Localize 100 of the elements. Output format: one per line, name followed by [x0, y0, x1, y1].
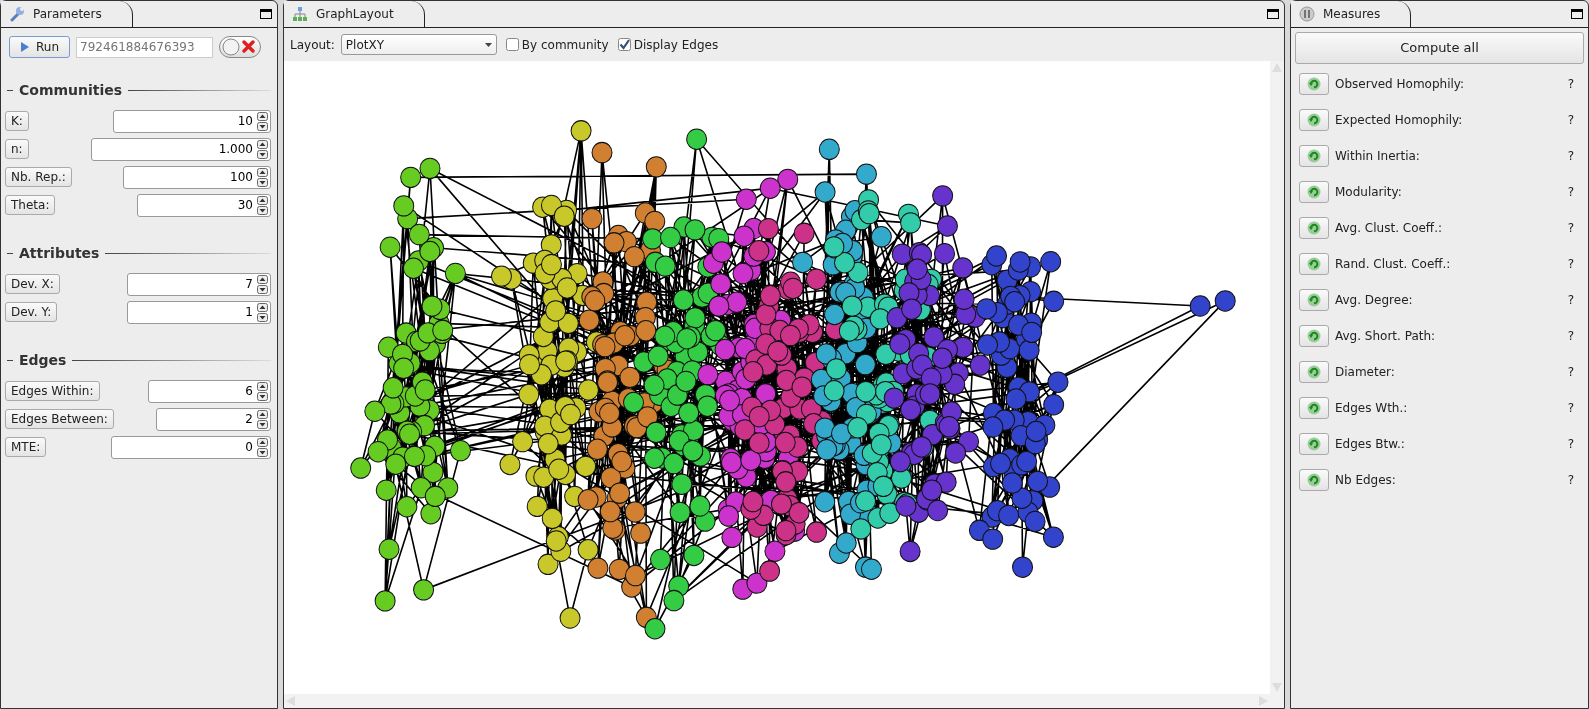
measure-label: Rand. Clust. Coeff.:	[1335, 256, 1451, 273]
spin-field[interactable]: 100	[123, 165, 271, 189]
refresh-button[interactable]	[1299, 181, 1329, 203]
measure-value: ?	[1567, 256, 1574, 273]
spin-down-icon[interactable]	[257, 177, 268, 187]
refresh-button[interactable]	[1299, 217, 1329, 239]
field-label: Dev. Y:	[5, 302, 58, 322]
spin-down-icon[interactable]	[257, 121, 268, 131]
spin-up-icon[interactable]	[257, 437, 268, 447]
measure-icon	[1299, 6, 1315, 22]
measure-value: ?	[1567, 292, 1574, 309]
measure-value: ?	[1567, 76, 1574, 93]
wrench-icon	[9, 6, 25, 22]
field-label: Dev. X:	[5, 274, 60, 294]
field-label: Theta:	[5, 195, 56, 215]
spin-down-icon[interactable]	[257, 391, 268, 401]
field-label: Edges Within:	[5, 381, 100, 401]
compute-all-button[interactable]: Compute all	[1295, 32, 1584, 64]
spin-up-icon[interactable]	[257, 409, 268, 419]
measure-value: ?	[1567, 364, 1574, 381]
checkbox[interactable]: Display Edges	[617, 35, 719, 54]
spin-up-icon[interactable]	[257, 167, 268, 177]
panel-title: GraphLayout	[316, 6, 394, 23]
section-title: Attributes	[19, 244, 100, 263]
refresh-icon	[1307, 221, 1321, 235]
measure-label: Observed Homophily:	[1335, 76, 1465, 93]
maximize-button[interactable]	[1267, 9, 1279, 19]
section-title: Communities	[19, 81, 123, 100]
field-label: Edges Between:	[5, 409, 114, 429]
refresh-icon	[1307, 473, 1321, 487]
spin-down-icon[interactable]	[257, 447, 268, 457]
dropdown-caret-icon	[484, 43, 492, 47]
spin-up-icon[interactable]	[257, 302, 268, 312]
field-label: K:	[5, 111, 29, 131]
measure-label: Avg. Short. Path:	[1335, 328, 1436, 345]
refresh-icon	[1307, 113, 1321, 127]
refresh-button[interactable]	[1299, 469, 1329, 491]
refresh-button[interactable]	[1299, 109, 1329, 131]
refresh-icon	[1307, 149, 1321, 163]
measure-label: Diameter:	[1335, 364, 1395, 381]
spin-field[interactable]: 30	[137, 193, 271, 217]
refresh-icon	[1307, 293, 1321, 307]
measure-value: ?	[1567, 400, 1574, 417]
spin-field[interactable]: 6	[148, 379, 271, 403]
toggle-switch[interactable]	[219, 36, 261, 58]
maximize-button[interactable]	[260, 9, 272, 19]
spin-field[interactable]: 2	[156, 407, 271, 431]
layout-label: Layout:	[290, 36, 335, 54]
spin-up-icon[interactable]	[257, 195, 268, 205]
spin-field[interactable]: 1.000	[91, 137, 271, 161]
spin-up-icon[interactable]	[257, 381, 268, 391]
measure-value: ?	[1567, 184, 1574, 201]
spin-up-icon[interactable]	[257, 274, 268, 284]
spin-down-icon[interactable]	[257, 205, 268, 215]
refresh-button[interactable]	[1299, 145, 1329, 167]
measure-value: ?	[1567, 148, 1574, 165]
run-button[interactable]: Run	[9, 36, 70, 58]
measure-label: Edges Wth.:	[1335, 400, 1408, 417]
layout-dropdown[interactable]: PlotXY	[340, 34, 497, 55]
measure-label: Modularity:	[1335, 184, 1402, 201]
measure-value: ?	[1567, 220, 1574, 237]
spin-down-icon[interactable]	[257, 312, 268, 322]
refresh-icon	[1307, 185, 1321, 199]
refresh-button[interactable]	[1299, 397, 1329, 419]
checkbox[interactable]: By community	[505, 35, 609, 54]
spin-field[interactable]: 0	[111, 435, 271, 459]
spin-up-icon[interactable]	[257, 111, 268, 121]
refresh-button[interactable]	[1299, 289, 1329, 311]
field-label: n:	[5, 139, 29, 159]
refresh-button[interactable]	[1299, 433, 1329, 455]
hierarchy-icon	[292, 6, 308, 22]
spin-down-icon[interactable]	[257, 419, 268, 429]
measure-label: Edges Btw.:	[1335, 436, 1405, 453]
refresh-button[interactable]	[1299, 325, 1329, 347]
refresh-button[interactable]	[1299, 73, 1329, 95]
measure-label: Expected Homophily:	[1335, 112, 1463, 129]
spin-field[interactable]: 1	[127, 300, 271, 324]
measure-label: Avg. Clust. Coeff.:	[1335, 220, 1442, 237]
field-label: Nb. Rep.:	[5, 167, 72, 187]
measure-label: Avg. Degree:	[1335, 292, 1413, 309]
measure-label: Nb Edges:	[1335, 472, 1396, 489]
field-label: MTE:	[5, 437, 47, 457]
measure-value: ?	[1567, 472, 1574, 489]
refresh-icon	[1307, 257, 1321, 271]
maximize-button[interactable]	[1571, 9, 1583, 19]
section-title: Edges	[19, 351, 67, 370]
panel-title: Parameters	[33, 6, 102, 23]
spin-down-icon[interactable]	[257, 284, 268, 294]
seed-field[interactable]: 792461884676393	[76, 36, 213, 58]
spin-down-icon[interactable]	[257, 149, 268, 159]
measure-value: ?	[1567, 328, 1574, 345]
spin-field[interactable]: 10	[113, 109, 271, 133]
play-icon	[20, 41, 30, 53]
refresh-button[interactable]	[1299, 253, 1329, 275]
spin-field[interactable]: 7	[127, 272, 271, 296]
spin-up-icon[interactable]	[257, 139, 268, 149]
section-dash	[7, 253, 13, 254]
refresh-icon	[1307, 77, 1321, 91]
refresh-button[interactable]	[1299, 361, 1329, 383]
refresh-icon	[1307, 329, 1321, 343]
